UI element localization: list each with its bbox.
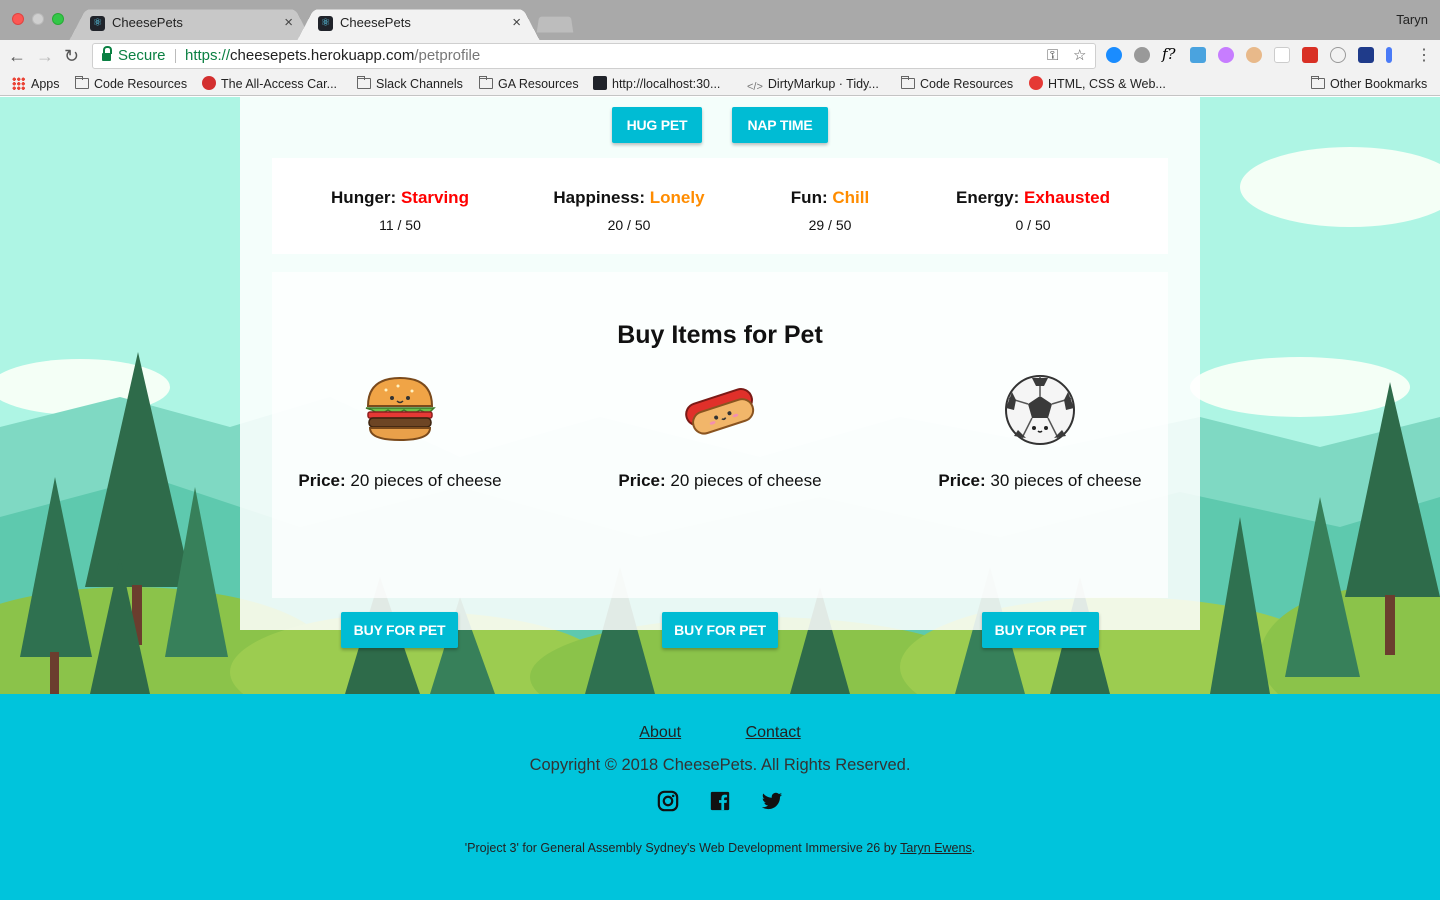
copyright-text: Copyright © 2018 CheesePets. All Rights … bbox=[529, 756, 911, 774]
item-price: Price: 20 pieces of cheese bbox=[298, 471, 502, 490]
react-favicon-icon bbox=[593, 76, 607, 90]
bookmarks-bar: Apps Code Resources The All-Access Car..… bbox=[0, 72, 1440, 96]
secure-label: Secure bbox=[118, 47, 166, 64]
favicon-icon bbox=[202, 76, 216, 90]
extension-zoom-icon[interactable] bbox=[1106, 47, 1122, 63]
star-icon[interactable]: ☆ bbox=[1073, 44, 1086, 68]
item-price: Price: 20 pieces of cheese bbox=[618, 471, 822, 490]
folder-icon bbox=[357, 76, 371, 89]
facebook-icon[interactable] bbox=[709, 790, 731, 812]
browser-titlebar: ⚛ CheesePets × ⚛ CheesePets × Taryn bbox=[0, 0, 1440, 42]
favicon-icon bbox=[1029, 76, 1043, 90]
folder-icon bbox=[75, 76, 89, 89]
stat-value: 0 / 50 bbox=[1015, 217, 1051, 233]
soccer-ball-icon bbox=[1005, 375, 1075, 445]
tab-close-icon[interactable]: × bbox=[284, 8, 293, 38]
footer-links: About Contact bbox=[0, 724, 1440, 742]
extension-bubble-icon[interactable] bbox=[1218, 47, 1234, 63]
address-bar[interactable]: Secure https://cheesepets.herokuapp.com/… bbox=[92, 43, 1096, 69]
browser-tab-2[interactable]: ⚛ CheesePets × bbox=[296, 8, 541, 42]
status-badge: Starving bbox=[400, 188, 469, 207]
url-text[interactable]: https://cheesepets.herokuapp.com/petprof… bbox=[185, 44, 480, 68]
shop-item: Price: 20 pieces of cheese bbox=[580, 372, 860, 491]
about-link[interactable]: About bbox=[639, 724, 681, 741]
browser-toolbar: ← → ↻ Secure https://cheesepets.herokuap… bbox=[0, 40, 1440, 72]
item-price: Price: 30 pieces of cheese bbox=[938, 471, 1142, 490]
lock-icon bbox=[102, 46, 112, 61]
site-footer: About Contact Copyright © 2018 CheesePet… bbox=[0, 694, 1440, 900]
twitter-icon[interactable] bbox=[761, 790, 783, 812]
reload-icon[interactable]: ↻ bbox=[64, 44, 79, 68]
extension-dark-icon[interactable] bbox=[1358, 47, 1374, 63]
status-badge: Lonely bbox=[649, 188, 705, 207]
pet-stats-card: Hunger: Starving 11 / 50 Happiness: Lone… bbox=[272, 158, 1168, 254]
page-viewport: HUG PET NAP TIME Hunger: Starving 11 / 5… bbox=[0, 97, 1440, 900]
bookmark-ga-resources[interactable]: GA Resources bbox=[479, 76, 579, 92]
minimize-window-button[interactable] bbox=[32, 13, 44, 25]
buy-soccer-ball-button[interactable]: BUY FOR PET bbox=[982, 612, 1099, 648]
profile-name[interactable]: Taryn bbox=[1396, 12, 1428, 27]
bookmark-slack-channels[interactable]: Slack Channels bbox=[357, 76, 463, 92]
stat-value: 20 / 50 bbox=[607, 217, 651, 233]
key-icon[interactable]: ⚿ bbox=[1047, 44, 1058, 68]
stat-value: 11 / 50 bbox=[379, 217, 421, 233]
browser-tab-1[interactable]: ⚛ CheesePets × bbox=[68, 8, 313, 42]
stat-happiness: Happiness: Lonely 20 / 50 bbox=[529, 188, 729, 233]
nap-time-button[interactable]: NAP TIME bbox=[732, 107, 828, 143]
credit-text: 'Project 3' for General Assembly Sydney'… bbox=[464, 841, 976, 855]
tab-title: CheesePets bbox=[112, 15, 183, 30]
back-arrow-icon[interactable]: ← bbox=[8, 44, 26, 68]
bookmark-all-access[interactable]: The All-Access Car... bbox=[202, 76, 337, 92]
bookmark-html-css[interactable]: HTML, CSS & Web... bbox=[1029, 76, 1166, 92]
folder-icon bbox=[1311, 76, 1325, 89]
status-badge: Exhausted bbox=[1024, 188, 1110, 207]
stat-value: 29 / 50 bbox=[808, 217, 852, 233]
bookmark-code-resources[interactable]: Code Resources bbox=[75, 76, 187, 92]
extension-font-icon[interactable]: f? bbox=[1162, 47, 1178, 63]
extension-blank-icon[interactable] bbox=[1274, 47, 1290, 63]
tab-title: CheesePets bbox=[340, 15, 411, 30]
close-window-button[interactable] bbox=[12, 13, 24, 25]
zoom-window-button[interactable] bbox=[52, 13, 64, 25]
bookmark-localhost[interactable]: http://localhost:30... bbox=[593, 76, 720, 92]
hug-pet-button[interactable]: HUG PET bbox=[612, 107, 702, 143]
new-tab-button[interactable] bbox=[536, 16, 574, 33]
bookmark-dirtymarkup[interactable]: </> DirtyMarkup · Tidy... bbox=[747, 76, 879, 93]
bookmark-other[interactable]: Other Bookmarks bbox=[1311, 76, 1427, 92]
stat-energy: Energy: Exhausted 0 / 50 bbox=[933, 188, 1133, 233]
apps-grid-icon bbox=[12, 77, 25, 90]
burger-icon bbox=[365, 376, 436, 442]
tab-close-icon[interactable]: × bbox=[512, 8, 521, 38]
status-badge: Chill bbox=[832, 188, 870, 207]
extension-circle-icon[interactable] bbox=[1330, 47, 1346, 63]
extension-bug-icon[interactable] bbox=[1134, 47, 1150, 63]
social-links bbox=[655, 790, 795, 814]
shop-title: Buy Items for Pet bbox=[617, 321, 823, 349]
contact-link[interactable]: Contact bbox=[746, 724, 801, 741]
react-favicon-icon: ⚛ bbox=[90, 16, 105, 31]
shop-item: Price: 30 pieces of cheese bbox=[900, 372, 1180, 491]
buy-hotdog-button[interactable]: BUY FOR PET bbox=[662, 612, 778, 648]
author-link[interactable]: Taryn Ewens bbox=[900, 841, 972, 855]
extension-avatar-icon[interactable] bbox=[1246, 47, 1262, 63]
instagram-icon[interactable] bbox=[657, 790, 679, 812]
react-favicon-icon: ⚛ bbox=[318, 16, 333, 31]
extension-bar-icon[interactable] bbox=[1386, 47, 1392, 63]
bookmark-code-resources-2[interactable]: Code Resources bbox=[901, 76, 1013, 92]
buy-burger-button[interactable]: BUY FOR PET bbox=[341, 612, 458, 648]
folder-icon bbox=[901, 76, 915, 89]
stat-hunger: Hunger: Starving 11 / 50 bbox=[300, 188, 500, 233]
shop-item: Price: 20 pieces of cheese bbox=[260, 372, 540, 491]
code-icon: </> bbox=[747, 81, 763, 93]
extension-eyedropper-icon[interactable] bbox=[1190, 47, 1206, 63]
bookmark-apps[interactable]: Apps bbox=[12, 76, 60, 92]
menu-kebab-icon[interactable]: ⋮ bbox=[1416, 44, 1432, 68]
hotdog-icon bbox=[685, 388, 755, 435]
stat-fun: Fun: Chill 29 / 50 bbox=[730, 188, 930, 233]
folder-icon bbox=[479, 76, 493, 89]
extension-red-icon[interactable] bbox=[1302, 47, 1318, 63]
forward-arrow-icon[interactable]: → bbox=[36, 44, 54, 68]
shop-card: Buy Items for Pet Price: 20 pieces of ch… bbox=[272, 272, 1168, 648]
